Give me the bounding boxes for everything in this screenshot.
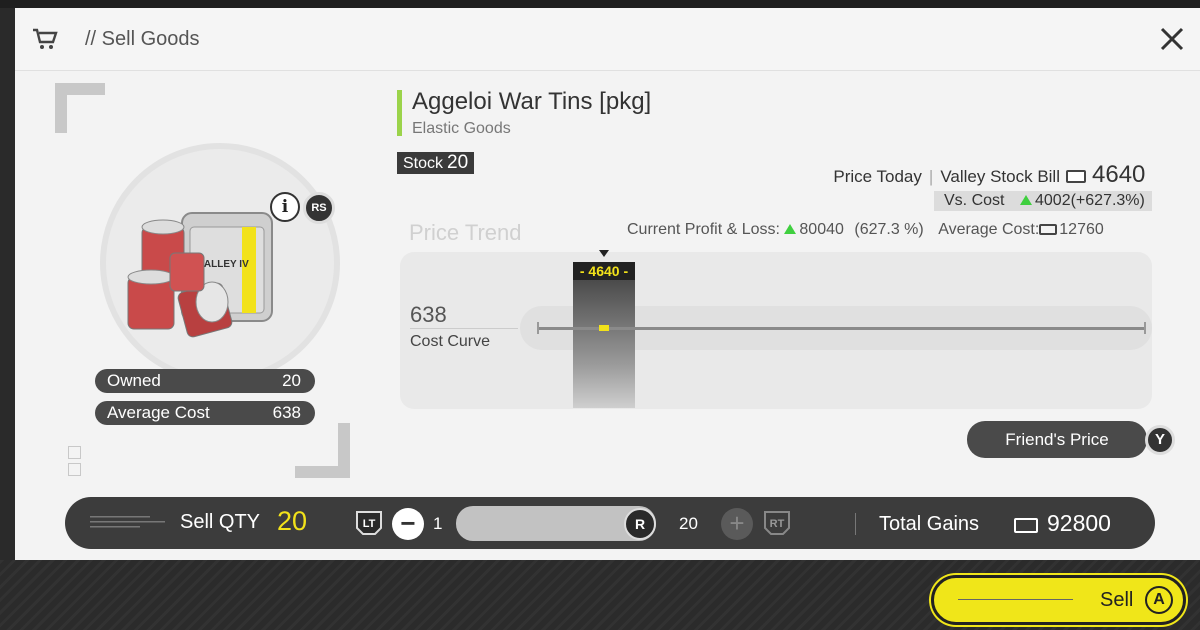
total-gains-label: Total Gains bbox=[879, 513, 980, 535]
page-indicator bbox=[68, 463, 81, 476]
profit-loss-value: 80040 bbox=[799, 221, 844, 238]
sell-button-label[interactable]: Sell bbox=[1100, 589, 1133, 612]
cost-curve-line bbox=[410, 328, 518, 329]
today-pointer-icon bbox=[599, 250, 609, 257]
decorative-text-icon bbox=[90, 516, 165, 528]
price-today-value: 4640 bbox=[1092, 161, 1146, 188]
slider-min: 1 bbox=[433, 514, 443, 533]
price-today-label: Price Today bbox=[833, 167, 922, 186]
price-today-line: Price Today | Valley Stock Bill bbox=[833, 167, 1060, 186]
cart-icon bbox=[33, 28, 58, 49]
owned-label: Owned bbox=[107, 371, 161, 390]
profit-loss-line: Current Profit & Loss: 80040 (627.3 %) A… bbox=[627, 221, 1104, 239]
price-track-line bbox=[538, 327, 1146, 330]
slider-max: 20 bbox=[679, 514, 698, 533]
bill-label: Valley Stock Bill bbox=[940, 167, 1060, 186]
average-cost-summary-value: 12760 bbox=[1059, 221, 1104, 238]
item-image-label: VALLEY IV bbox=[198, 259, 249, 270]
lt-key-hint[interactable]: LT bbox=[355, 510, 383, 536]
average-cost-label: Average Cost bbox=[107, 403, 210, 422]
up-arrow-icon bbox=[1020, 195, 1032, 205]
a-key-hint[interactable]: A bbox=[1145, 586, 1173, 614]
top-strip bbox=[0, 0, 1200, 8]
average-cost-summary-label: Average Cost: bbox=[938, 221, 1040, 238]
vs-cost-value: 4002(+627.3%) bbox=[1035, 192, 1145, 209]
lt-key-label: LT bbox=[363, 518, 376, 530]
sell-qty-label: Sell QTY bbox=[180, 511, 261, 533]
item-name-accent bbox=[397, 90, 402, 136]
divider bbox=[855, 513, 856, 535]
stock-label: Stock bbox=[403, 155, 444, 172]
dialog-header: // Sell Goods bbox=[15, 8, 1200, 71]
stock-badge: Stock 20 bbox=[397, 152, 475, 174]
info-button[interactable]: i bbox=[270, 192, 300, 222]
owned-stat: Owned 20 bbox=[95, 369, 315, 393]
frame-corner-bottom-right bbox=[295, 423, 350, 478]
close-icon[interactable] bbox=[1157, 24, 1187, 54]
cost-curve-value: 638 bbox=[410, 302, 447, 327]
rt-key-label: RT bbox=[770, 518, 785, 530]
track-cap-right bbox=[1144, 322, 1146, 334]
item-name: Aggeloi War Tins [pkg] bbox=[412, 88, 652, 115]
track-cap-left bbox=[537, 322, 539, 334]
y-key-hint[interactable]: Y bbox=[1145, 425, 1175, 455]
page-indicator bbox=[68, 446, 81, 459]
sell-button-line bbox=[958, 599, 1073, 600]
sell-qty-value: 20 bbox=[277, 506, 308, 536]
bill-icon bbox=[1014, 518, 1038, 533]
up-arrow-icon bbox=[784, 224, 797, 234]
owned-value: 20 bbox=[282, 371, 301, 390]
vs-cost-box: Vs. Cost 4002(+627.3%) bbox=[934, 191, 1152, 211]
average-cost-value: 638 bbox=[272, 403, 301, 422]
decrease-button[interactable]: − bbox=[392, 508, 424, 540]
cost-curve-label: Cost Curve bbox=[410, 333, 491, 350]
profit-loss-percent: (627.3 %) bbox=[854, 221, 924, 238]
today-price-column bbox=[573, 262, 635, 408]
frame-corner-top-left bbox=[55, 83, 105, 133]
bill-icon bbox=[1039, 224, 1058, 235]
today-price-badge: - 4640 - bbox=[573, 262, 635, 280]
vs-cost-change: 4002(+627.3%) bbox=[1020, 191, 1145, 211]
profit-loss-label: Current Profit & Loss: bbox=[627, 221, 780, 238]
dialog-title: // Sell Goods bbox=[85, 28, 200, 50]
stock-value: 20 bbox=[447, 152, 469, 173]
today-price-marker bbox=[599, 325, 609, 331]
item-category: Elastic Goods bbox=[412, 120, 511, 137]
average-cost-stat: Average Cost 638 bbox=[95, 401, 315, 425]
price-trend-title: Price Trend bbox=[409, 220, 522, 245]
vs-cost-label: Vs. Cost bbox=[944, 192, 1005, 209]
slider-knob[interactable]: R bbox=[624, 508, 656, 540]
friends-price-button[interactable]: Friend's Price bbox=[967, 421, 1147, 458]
increase-button[interactable]: + bbox=[721, 508, 753, 540]
bill-icon bbox=[1066, 170, 1086, 183]
total-gains-value: 92800 bbox=[1047, 510, 1111, 536]
rt-key-hint[interactable]: RT bbox=[763, 510, 791, 536]
rs-key-hint[interactable]: RS bbox=[303, 192, 335, 224]
item-image: VALLEY IV bbox=[127, 212, 273, 338]
